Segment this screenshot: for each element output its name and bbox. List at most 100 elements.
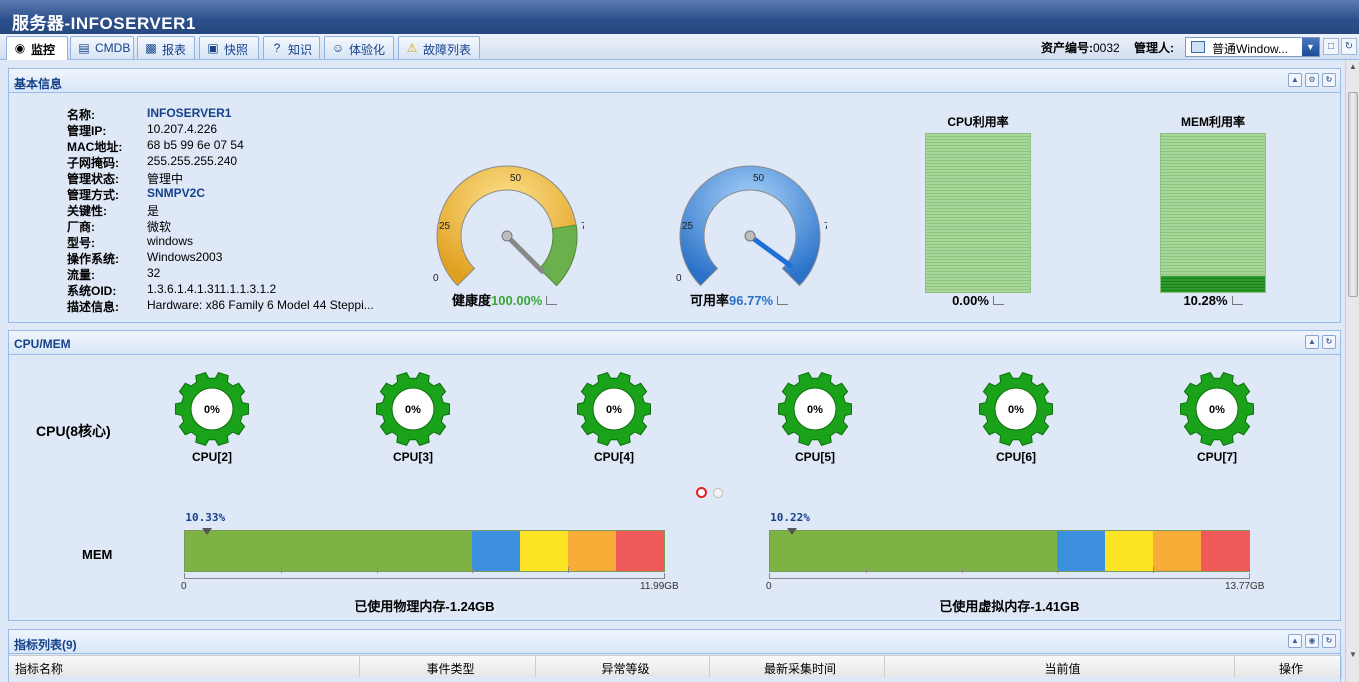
tab-label: 报表 — [162, 43, 187, 57]
info-row: 管理状态: 管理中 — [67, 170, 397, 186]
gauge-band — [679, 165, 821, 287]
info-row: 操作系统: Windows2003 — [67, 250, 397, 266]
document-icon[interactable]: □ — [1323, 38, 1339, 55]
cpu-core-gear: 0% — [577, 372, 651, 446]
table-column-header[interactable]: 事件类型 — [360, 656, 536, 678]
memory-caption: 已使用虚拟内存-1.41GB — [939, 599, 1080, 614]
tab-label: 监控 — [31, 43, 56, 57]
owner-value: 普通Window... — [1212, 42, 1289, 56]
database-icon: ▤ — [78, 41, 90, 55]
mem-label: MEM — [82, 547, 113, 562]
knowledge-icon: ? — [273, 41, 281, 55]
info-label: 子网掩码: — [67, 156, 119, 170]
table-column-header[interactable]: 指标名称 — [9, 656, 360, 678]
binoculars-icon: ◉ — [14, 41, 26, 55]
scroll-down-icon[interactable]: ▼ — [1348, 650, 1358, 660]
table-column-header[interactable]: 最新采集时间 — [710, 656, 885, 678]
info-label: 描述信息: — [67, 300, 119, 314]
memory-segment-blue — [1057, 531, 1106, 571]
chart-icon[interactable] — [777, 296, 789, 305]
tab-snapshot[interactable]: ▣ 快照 — [199, 36, 259, 59]
table-column-header[interactable]: 当前值 — [885, 656, 1235, 678]
cpu-core-gear: 0% — [979, 372, 1053, 446]
memory-segment-green — [185, 531, 473, 571]
tab-cmdb[interactable]: ▤ CMDB — [70, 36, 134, 59]
memory-segment-green — [770, 531, 1058, 571]
info-label: 型号: — [67, 236, 95, 250]
availability-label: 可用率 — [690, 293, 730, 308]
metrics-table-header: 指标名称 事件类型 异常等级 最新采集时间 当前值 操作 — [9, 655, 1342, 678]
panel-header: CPU/MEM ▲ ↻ — [9, 331, 1340, 355]
memory-usage-percent: 10.33% — [185, 511, 226, 524]
cpu-core-label: CPU[4] — [593, 450, 634, 464]
gear-icon[interactable]: ⚙ — [1305, 73, 1319, 87]
refresh-icon[interactable]: ↻ — [1322, 335, 1336, 349]
cpu-core-value: 0% — [807, 404, 823, 416]
gauge-tick-label: 75 — [824, 221, 827, 232]
carousel-dot-active[interactable] — [696, 487, 707, 498]
info-value[interactable]: SNMPV2C — [147, 186, 205, 200]
page-scrollbar[interactable]: ▲ ▼ — [1345, 60, 1359, 682]
memory-axis-tick — [472, 567, 474, 573]
health-value: 100.00% — [491, 293, 543, 308]
chart-icon[interactable] — [992, 296, 1004, 305]
info-value[interactable]: INFOSERVER1 — [147, 106, 231, 120]
chart-icon[interactable] — [1231, 296, 1243, 305]
gauge-highlight — [538, 224, 578, 287]
info-label: 管理状态: — [67, 172, 119, 186]
warning-icon: ⚠ — [406, 41, 418, 55]
info-row: 厂商: 微软 — [67, 218, 397, 234]
info-row: 子网掩码: 255.255.255.240 — [67, 154, 397, 170]
info-value: windows — [147, 234, 194, 248]
metrics-panel: 指标列表(9) ▲ ◉ ↻ 指标名称 事件类型 异常等级 最新采集时间 当前值 操作 — [8, 629, 1342, 682]
mem-usage-bar — [1160, 133, 1266, 293]
collapse-icon[interactable]: ▲ — [1288, 73, 1302, 87]
info-label: 系统OID: — [67, 284, 117, 298]
gauge-tick-label: 25 — [439, 221, 451, 232]
collapse-icon[interactable]: ▲ — [1305, 335, 1319, 349]
info-row: 型号: windows — [67, 234, 397, 250]
gauge-tick-label: 0 — [676, 273, 682, 284]
info-value: 微软 — [147, 220, 172, 234]
health-label: 健康度 — [452, 293, 492, 308]
info-row: 管理方式: SNMPV2C — [67, 186, 397, 202]
tab-knowledge[interactable]: ? 知识 — [263, 36, 320, 59]
cpu-core-label: CPU[5] — [794, 450, 835, 464]
memory-caption: 已使用物理内存-1.24GB — [354, 599, 495, 614]
tab-monitor[interactable]: ◉ 监控 — [6, 36, 68, 60]
collapse-icon[interactable]: ▲ — [1288, 634, 1302, 648]
binoculars-icon[interactable]: ◉ — [1305, 634, 1319, 648]
owner-select[interactable]: 普通Window... ▼ — [1185, 37, 1320, 57]
memory-axis-min: 0 — [766, 581, 772, 592]
chart-icon[interactable] — [546, 296, 558, 305]
scroll-up-icon[interactable]: ▲ — [1348, 62, 1358, 72]
table-column-header[interactable]: 操作 — [1235, 656, 1342, 678]
memory-bar — [769, 530, 1250, 572]
refresh-icon[interactable]: ↻ — [1322, 634, 1336, 648]
info-value: Hardware: x86 Family 6 Model 44 Steppi..… — [147, 298, 374, 312]
asset-number: 资产编号:0032 — [1041, 39, 1120, 56]
tab-experience[interactable]: ☺ 体验化 — [324, 36, 394, 59]
memory-axis-tick — [961, 567, 963, 573]
scroll-thumb[interactable] — [1348, 92, 1358, 297]
table-column-header[interactable]: 异常等级 — [536, 656, 710, 678]
cpu-core-label: CPU[7] — [1196, 450, 1237, 464]
info-value: 32 — [147, 266, 161, 280]
cpu-core-value: 0% — [1008, 404, 1024, 416]
tab-label: 体验化 — [349, 43, 386, 57]
owner-label: 管理人: — [1134, 41, 1174, 55]
carousel-dot[interactable] — [713, 488, 723, 498]
memory-axis-min: 0 — [181, 581, 187, 592]
info-value: 68 b5 99 6e 07 54 — [147, 138, 244, 152]
info-row: 流量: 32 — [67, 266, 397, 282]
cpu-mem-panel: CPU/MEM ▲ ↻ CPU(8核心) MEM 0% CPU[2] 0% CPU[3… — [8, 330, 1341, 621]
gauge-needle — [504, 233, 545, 274]
tab-fault-list[interactable]: ⚠ 故障列表 — [398, 36, 480, 59]
cpu-core-value: 0% — [204, 404, 220, 416]
refresh-icon[interactable]: ↻ — [1341, 38, 1357, 55]
refresh-icon[interactable]: ↻ — [1322, 73, 1336, 87]
memory-axis-tick — [280, 567, 282, 573]
chevron-down-icon[interactable]: ▼ — [1302, 38, 1319, 56]
tab-report[interactable]: ▩ 报表 — [137, 36, 195, 59]
panel-body: CPU(8核心) MEM 0% CPU[2] 0% CPU[3] 0% CPU[4] 0% C… — [9, 356, 1340, 620]
